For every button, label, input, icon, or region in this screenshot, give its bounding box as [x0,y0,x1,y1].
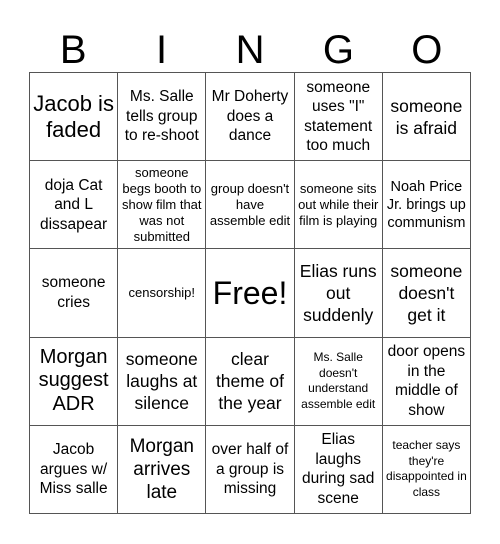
free-space-cell[interactable]: Free! [206,249,295,338]
bingo-cell[interactable]: Elias runs out suddenly [294,249,383,338]
bingo-cell[interactable]: Mr Doherty does a dance [206,73,295,162]
bingo-cell[interactable]: Elias laughs during sad scene [294,425,383,514]
bingo-cell[interactable]: Jacob argues w/ Miss salle [30,425,119,514]
bingo-cell[interactable]: over half of a group is missing [206,425,295,514]
bingo-cell[interactable]: Jacob is faded [30,73,119,162]
bingo-cell[interactable]: doja Cat and L dissapear [30,161,119,250]
bingo-cell[interactable]: someone doesn't get it [382,249,471,338]
bingo-cell[interactable]: Ms. Salle doesn't understand assemble ed… [294,337,383,426]
bingo-cell[interactable]: group doesn't have assemble edit [206,161,295,250]
bingo-header: B I N G O [29,28,471,72]
header-letter-n: N [235,28,265,72]
header-letter-b: B [59,28,87,72]
bingo-cell[interactable]: Morgan suggest ADR [30,337,119,426]
bingo-cell[interactable]: Ms. Salle tells group to re-shoot [118,73,207,162]
header-letter-g: G [322,28,354,72]
bingo-cell[interactable]: Noah Price Jr. brings up communism [382,161,471,250]
bingo-cell[interactable]: someone uses "I" statement too much [294,73,383,162]
bingo-cell[interactable]: someone begs booth to show film that was… [118,161,207,250]
bingo-cell[interactable]: someone is afraid [382,73,471,162]
bingo-cell[interactable]: clear theme of the year [206,337,295,426]
header-letter-o: O [411,28,443,72]
bingo-cell[interactable]: teacher says they're disappointed in cla… [382,425,471,514]
bingo-cell[interactable]: door opens in the middle of show [382,337,471,426]
bingo-cell[interactable]: someone cries [30,249,119,338]
bingo-cell[interactable]: someone laughs at silence [118,337,207,426]
bingo-cell[interactable]: Morgan arrives late [118,425,207,514]
bingo-grid: Jacob is faded Ms. Salle tells group to … [29,72,471,514]
header-letter-i: I [156,28,168,72]
bingo-cell[interactable]: censorship! [118,249,207,338]
bingo-cell[interactable]: someone sits out while their film is pla… [294,161,383,250]
